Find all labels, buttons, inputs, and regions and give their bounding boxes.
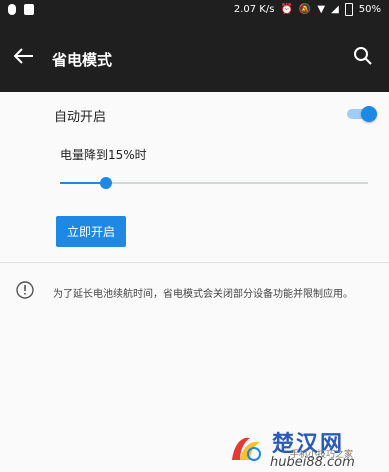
image-notification-icon xyxy=(24,4,34,15)
enable-now-button[interactable]: 立即开启 xyxy=(56,216,126,247)
alarm-icon: ⏰ xyxy=(280,4,293,15)
signal-icon: ◢ xyxy=(331,4,339,15)
search-icon[interactable] xyxy=(353,46,373,66)
info-description: 为了延长电池续航时间，省电模式会关闭部分设备功能并限制应用。 xyxy=(53,289,353,300)
info-icon xyxy=(16,281,34,299)
network-speed: 2.07 K/s xyxy=(233,4,275,15)
auto-enable-toggle[interactable] xyxy=(347,106,377,122)
arrow-left-icon[interactable] xyxy=(14,48,34,64)
auto-enable-label: 自动开启 xyxy=(54,110,107,125)
notification-icon xyxy=(8,4,16,15)
wifi-icon: ▼ xyxy=(317,4,326,15)
status-bar: 2.07 K/s ⏰ 🔕 ▼ ◢ 50% xyxy=(0,0,389,20)
app-bar: 省电模式 xyxy=(0,20,389,92)
notification-icons xyxy=(8,4,34,15)
divider xyxy=(0,262,389,263)
page-title: 省电模式 xyxy=(52,51,113,69)
status-indicators: 2.07 K/s ⏰ 🔕 ▼ ◢ 50% xyxy=(234,3,381,16)
watermark-overlay-text: 手机小技巧之家 xyxy=(290,450,354,460)
threshold-label: 电量降到15%时 xyxy=(60,148,147,162)
threshold-slider[interactable] xyxy=(60,176,368,190)
toggle-knob xyxy=(361,106,377,122)
slider-thumb[interactable] xyxy=(100,177,113,189)
battery-level: 50% xyxy=(358,4,381,15)
watermark-logo xyxy=(232,437,261,461)
mute-icon: 🔕 xyxy=(298,4,312,15)
battery-icon xyxy=(344,3,353,16)
